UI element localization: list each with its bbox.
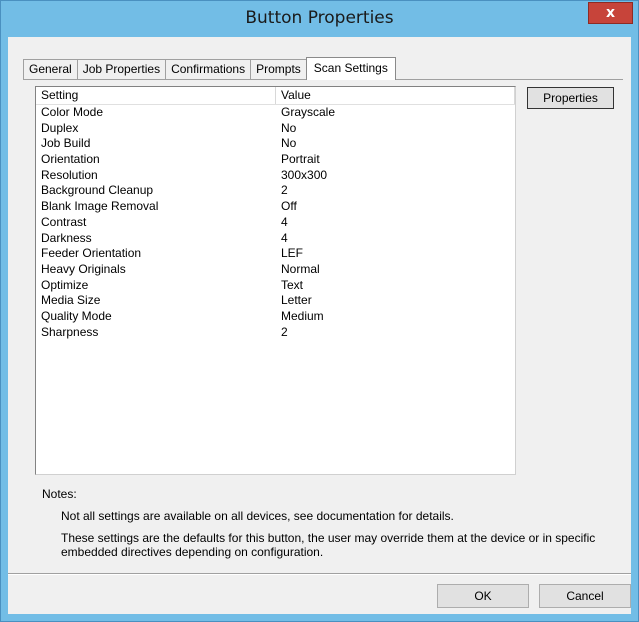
button-properties-dialog: Button Properties x General Job Properti… — [0, 0, 639, 622]
tab-scan-settings[interactable]: Scan Settings — [305, 57, 396, 80]
setting-value: Medium — [281, 308, 324, 323]
setting-value: LEF — [281, 246, 304, 261]
cancel-button[interactable]: Cancel — [539, 584, 631, 608]
setting-value: 300x300 — [281, 167, 328, 182]
column-header-value[interactable]: Value — [276, 87, 515, 104]
table-row[interactable]: Background Cleanup 2 — [36, 183, 515, 199]
table-row[interactable]: Contrast 4 — [36, 215, 515, 231]
column-header-setting[interactable]: Setting — [36, 87, 276, 104]
button-row-divider — [8, 573, 631, 575]
setting-name: Blank Image Removal — [41, 199, 159, 214]
ok-button[interactable]: OK — [437, 584, 529, 608]
tab-general[interactable]: General — [23, 59, 78, 79]
notes-text-defaults: These settings are the defaults for this… — [61, 531, 596, 559]
list-rows: Color Mode Grayscale Duplex No Job Build No Or… — [36, 105, 515, 340]
setting-name: Sharpness — [41, 324, 99, 339]
setting-value: 4 — [281, 214, 288, 229]
table-row[interactable]: Sharpness 2 — [36, 325, 515, 341]
list-header: Setting Value — [36, 87, 515, 105]
table-row[interactable]: Feeder Orientation LEF — [36, 246, 515, 262]
setting-name: Duplex — [41, 120, 79, 135]
setting-value: Portrait — [281, 152, 320, 167]
properties-button[interactable]: Properties — [527, 87, 614, 109]
setting-name: Background Cleanup — [41, 183, 154, 198]
setting-name: Contrast — [41, 214, 87, 229]
table-row[interactable]: Optimize Text — [36, 278, 515, 294]
setting-value: No — [281, 136, 297, 151]
setting-value: 2 — [281, 324, 288, 339]
scan-settings-list[interactable]: Setting Value Color Mode Grayscale Duplex N… — [35, 86, 516, 475]
table-row[interactable]: Resolution 300x300 — [36, 168, 515, 184]
tab-confirmations[interactable]: Confirmations — [165, 59, 252, 79]
setting-name: Job Build — [41, 136, 91, 151]
table-row[interactable]: Darkness 4 — [36, 231, 515, 247]
table-row[interactable]: Heavy Originals Normal — [36, 262, 515, 278]
setting-name: Feeder Orientation — [41, 246, 142, 261]
close-icon: x — [605, 5, 616, 21]
table-row[interactable]: Media Size Letter — [36, 293, 515, 309]
title-bar[interactable]: Button Properties x — [1, 1, 638, 37]
setting-name: Heavy Originals — [41, 261, 126, 276]
dialog-client-area: General Job Properties Confirmations Pro… — [8, 37, 631, 614]
table-row[interactable]: Orientation Portrait — [36, 152, 515, 168]
notes-text-availability: Not all settings are available on all de… — [61, 509, 454, 523]
setting-value: Letter — [281, 293, 312, 308]
table-row[interactable]: Duplex No — [36, 121, 515, 137]
setting-name: Resolution — [41, 167, 98, 182]
table-row[interactable]: Color Mode Grayscale — [36, 105, 515, 121]
setting-value: Off — [281, 199, 297, 214]
setting-name: Optimize — [41, 277, 89, 292]
window-title: Button Properties — [245, 8, 394, 28]
setting-value: Normal — [281, 261, 320, 276]
setting-name: Color Mode — [41, 105, 104, 119]
setting-name: Darkness — [41, 230, 92, 245]
table-row[interactable]: Blank Image Removal Off — [36, 199, 515, 215]
table-row[interactable]: Quality Mode Medium — [36, 309, 515, 325]
table-row[interactable]: Job Build No — [36, 136, 515, 152]
setting-value: 2 — [281, 183, 288, 198]
setting-value: Grayscale — [281, 105, 336, 119]
tab-prompts[interactable]: Prompts — [250, 59, 307, 79]
notes-label: Notes: — [42, 487, 77, 501]
tab-strip: General Job Properties Confirmations Pro… — [23, 57, 396, 80]
setting-value: No — [281, 120, 297, 135]
setting-name: Quality Mode — [41, 308, 112, 323]
setting-value: Text — [281, 277, 304, 292]
close-button[interactable]: x — [588, 2, 633, 24]
setting-name: Media Size — [41, 293, 101, 308]
setting-name: Orientation — [41, 152, 100, 167]
tab-job-properties[interactable]: Job Properties — [76, 59, 167, 79]
setting-value: 4 — [281, 230, 288, 245]
